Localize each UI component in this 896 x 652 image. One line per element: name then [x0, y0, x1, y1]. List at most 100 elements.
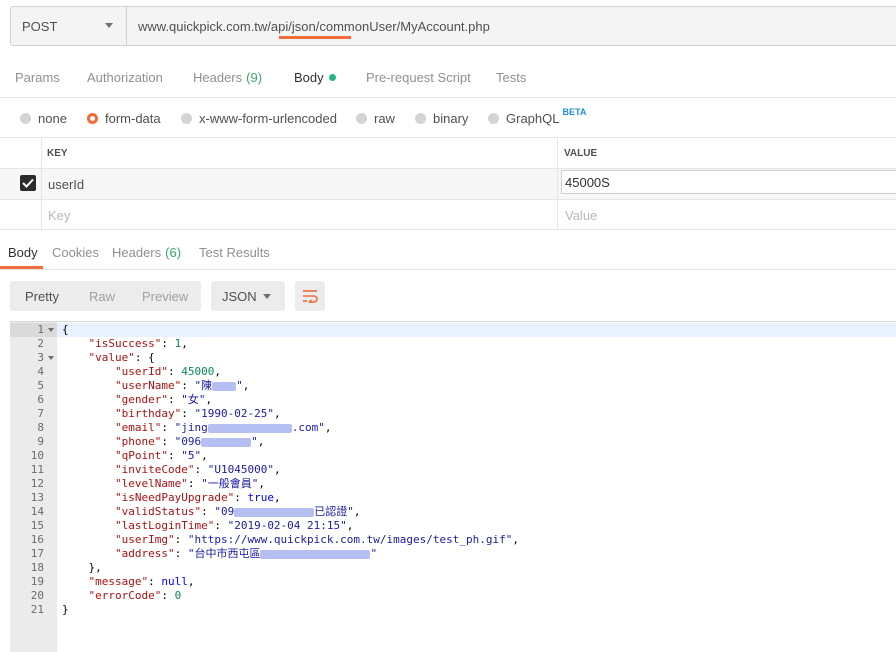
value-input[interactable]: 45000S — [561, 170, 896, 194]
code-line: "message": null, — [88, 575, 195, 588]
active-tab-indicator — [279, 36, 351, 39]
tab-test-results[interactable]: Test Results — [199, 236, 270, 269]
line-number: 8 — [37, 421, 44, 434]
redacted-blur — [212, 381, 237, 391]
line-number: 20 — [30, 589, 44, 602]
tab-body[interactable]: Body — [294, 58, 336, 97]
radio-circle-icon — [415, 112, 426, 124]
tab-label: Authorization — [87, 70, 163, 85]
wrap-lines-icon — [303, 290, 318, 303]
tab-label: Body — [294, 70, 324, 85]
radio-label: none — [38, 110, 67, 126]
radio-graphql[interactable]: GraphQL BETA — [488, 107, 586, 128]
tab-headers[interactable]: Headers (9) — [193, 58, 262, 97]
code-line: "userName": "陳 ", — [114, 379, 250, 392]
code-line: "lastLoginTime": "2019-02-04 21:15", — [114, 519, 354, 532]
code-line: "address": "台中市西屯區 " — [114, 547, 378, 560]
code-line: "gender": "女", — [114, 393, 213, 406]
line-number: 4 — [37, 365, 44, 378]
radio-none[interactable]: none — [20, 108, 67, 128]
line-number: 11 — [30, 463, 44, 476]
radio-urlencoded[interactable]: x-www-form-urlencoded — [181, 108, 337, 128]
line-number: 21 — [30, 603, 44, 616]
code-line: "userImg": "https://www.quickpick.com.tw… — [114, 533, 519, 546]
method-label: POST — [22, 18, 58, 34]
code-line: "qPoint": "5", — [114, 449, 208, 462]
response-editor[interactable]: 1 2 3 4 5 6 7 8 9 10 11 12 13 14 15 16 1… — [10, 321, 896, 652]
row-checkbox[interactable] — [20, 175, 36, 191]
radio-label: GraphQL — [506, 110, 560, 126]
column-header-value: VALUE — [564, 148, 598, 159]
key-placeholder[interactable]: Key — [48, 208, 70, 223]
code-line: "isNeedPayUpgrade": true, — [114, 491, 281, 504]
tab-params[interactable]: Params — [15, 58, 60, 97]
tab-authorization[interactable]: Authorization — [87, 58, 163, 97]
tab-tests[interactable]: Tests — [496, 58, 526, 97]
active-line-highlight — [57, 323, 896, 337]
tab-label: Tests — [496, 70, 527, 85]
code-line: "validStatus": "09 已認證", — [114, 505, 361, 518]
code-line: "phone": "096 ", — [114, 435, 265, 448]
value-text: 45000S — [565, 175, 610, 190]
radio-selected-icon — [87, 112, 98, 124]
line-number: 17 — [30, 547, 44, 560]
line-number: 12 — [30, 477, 44, 490]
tab-response-body[interactable]: Body — [8, 236, 38, 269]
code-line: "userId": 45000, — [114, 365, 221, 378]
radio-label: form-data — [105, 110, 161, 126]
tab-response-headers[interactable]: Headers (6) — [112, 236, 181, 269]
url-bar: POST www.quickpick.com.tw/api/json/commo… — [10, 6, 896, 46]
tab-label: Headers — [193, 70, 243, 85]
radio-form-data[interactable]: form-data — [87, 108, 161, 128]
format-label: JSON — [222, 288, 257, 304]
tab-label: Pre-request Script — [366, 70, 471, 85]
line-number: 6 — [37, 393, 44, 406]
radio-circle-icon — [488, 112, 499, 124]
line-number: 3 — [37, 351, 44, 364]
pretty-button[interactable]: Pretty — [25, 281, 59, 311]
tab-pre-request-script[interactable]: Pre-request Script — [366, 58, 471, 97]
code-line: "isSuccess": 1, — [88, 337, 188, 350]
url-input[interactable]: www.quickpick.com.tw/api/json/commonUser… — [138, 7, 490, 45]
radio-raw[interactable]: raw — [356, 108, 395, 128]
tab-label: Test Results — [199, 245, 270, 260]
fold-arrow-icon[interactable] — [48, 328, 54, 332]
redacted-blur — [207, 423, 292, 433]
active-tab-indicator — [0, 266, 43, 269]
preview-button[interactable]: Preview — [142, 281, 188, 311]
line-number: 13 — [30, 491, 44, 504]
key-cell[interactable]: userId — [48, 177, 84, 192]
table-row-empty: Key Value — [0, 200, 896, 230]
radio-binary[interactable]: binary — [415, 108, 468, 128]
radio-label: raw — [374, 110, 395, 126]
checkmark-icon — [22, 178, 34, 188]
value-placeholder[interactable]: Value — [565, 208, 597, 223]
radio-label: binary — [433, 110, 469, 126]
line-number: 16 — [30, 533, 44, 546]
line-number: 14 — [30, 505, 44, 518]
redacted-blur — [201, 437, 252, 447]
response-tabs: Body Cookies Headers (6) Test Results — [0, 236, 896, 270]
line-number: 10 — [30, 449, 44, 462]
column-header-key: KEY — [47, 148, 68, 159]
tab-cookies[interactable]: Cookies — [52, 236, 99, 269]
tab-label: Body — [8, 245, 38, 260]
code-line: } — [62, 603, 69, 616]
radio-circle-icon — [181, 112, 192, 124]
redacted-blur — [234, 507, 315, 517]
view-mode-group: Pretty Raw Preview — [10, 281, 201, 311]
chevron-down-icon — [263, 294, 271, 299]
line-number: 15 — [30, 519, 44, 532]
format-select[interactable]: JSON — [211, 281, 285, 311]
tab-count: (9) — [246, 70, 263, 85]
fold-arrow-icon[interactable] — [48, 356, 54, 360]
code-line: "levelName": "一般會員", — [114, 477, 265, 490]
wrap-lines-button[interactable] — [295, 281, 325, 311]
line-number: 9 — [37, 435, 44, 448]
tab-count: (6) — [165, 245, 182, 260]
line-number: 7 — [37, 407, 44, 420]
raw-button[interactable]: Raw — [89, 281, 115, 311]
redacted-blur — [260, 549, 371, 559]
code-line: "errorCode": 0 — [88, 589, 182, 602]
column-divider — [557, 138, 558, 230]
